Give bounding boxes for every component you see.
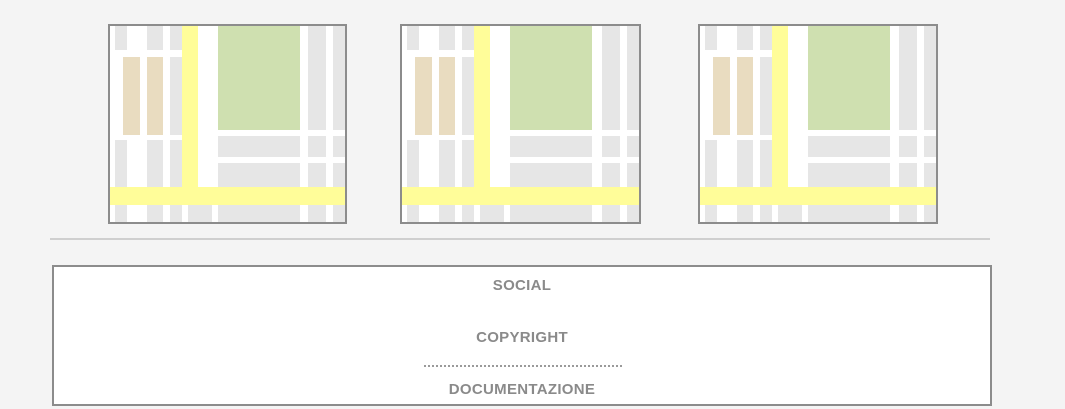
- city-block: [415, 57, 432, 135]
- city-block: [308, 26, 326, 130]
- city-block: [333, 136, 345, 157]
- main-road: [402, 187, 639, 205]
- city-block: [510, 136, 592, 157]
- social-link[interactable]: SOCIAL: [54, 277, 990, 294]
- map-thumbnail-icon: [700, 26, 936, 222]
- city-block: [737, 140, 753, 222]
- map-thumbnail-1[interactable]: [108, 24, 347, 224]
- documentation-link[interactable]: DOCUMENTAZIONE: [54, 381, 990, 398]
- city-block: [439, 26, 455, 50]
- city-block: [602, 26, 620, 130]
- city-block: [760, 57, 772, 135]
- city-block: [308, 136, 326, 157]
- city-block: [439, 57, 455, 135]
- city-block: [147, 26, 163, 50]
- city-block: [462, 140, 474, 222]
- park-area: [510, 26, 592, 130]
- city-block: [627, 26, 639, 130]
- city-block: [115, 140, 127, 222]
- map-thumbnail-icon: [402, 26, 639, 222]
- city-block: [170, 140, 182, 222]
- city-block: [480, 204, 504, 222]
- city-block: [218, 136, 300, 157]
- city-block: [147, 57, 163, 135]
- footer: SOCIAL COPYRIGHT DOCUMENTAZIONE: [52, 265, 992, 406]
- main-road: [700, 187, 936, 205]
- main-road: [474, 26, 490, 188]
- city-block: [627, 136, 639, 157]
- city-block: [462, 26, 474, 50]
- city-block: [924, 136, 936, 157]
- city-block: [170, 57, 182, 135]
- city-block: [808, 136, 890, 157]
- city-block: [115, 26, 127, 50]
- city-block: [602, 136, 620, 157]
- city-block: [123, 57, 140, 135]
- city-block: [407, 26, 419, 50]
- city-block: [462, 57, 474, 135]
- city-block: [737, 57, 753, 135]
- city-block: [737, 26, 753, 50]
- city-block: [899, 136, 917, 157]
- city-block: [760, 26, 772, 50]
- city-block: [333, 26, 345, 130]
- city-block: [899, 26, 917, 130]
- dotted-separator: [424, 365, 622, 367]
- park-area: [218, 26, 300, 130]
- city-block: [407, 140, 419, 222]
- map-thumbnail-3[interactable]: [698, 24, 938, 224]
- main-road: [110, 187, 345, 205]
- city-block: [188, 204, 212, 222]
- city-block: [705, 140, 717, 222]
- city-block: [713, 57, 730, 135]
- park-area: [808, 26, 890, 130]
- city-block: [760, 140, 772, 222]
- city-block: [170, 26, 182, 50]
- main-road: [182, 26, 198, 188]
- map-thumbnail-icon: [110, 26, 345, 222]
- map-thumbnail-2[interactable]: [400, 24, 641, 224]
- section-divider: [50, 238, 990, 240]
- main-road: [772, 26, 788, 188]
- city-block: [147, 140, 163, 222]
- copyright-link[interactable]: COPYRIGHT: [54, 329, 990, 346]
- city-block: [439, 140, 455, 222]
- city-block: [924, 26, 936, 130]
- city-block: [705, 26, 717, 50]
- city-block: [778, 204, 802, 222]
